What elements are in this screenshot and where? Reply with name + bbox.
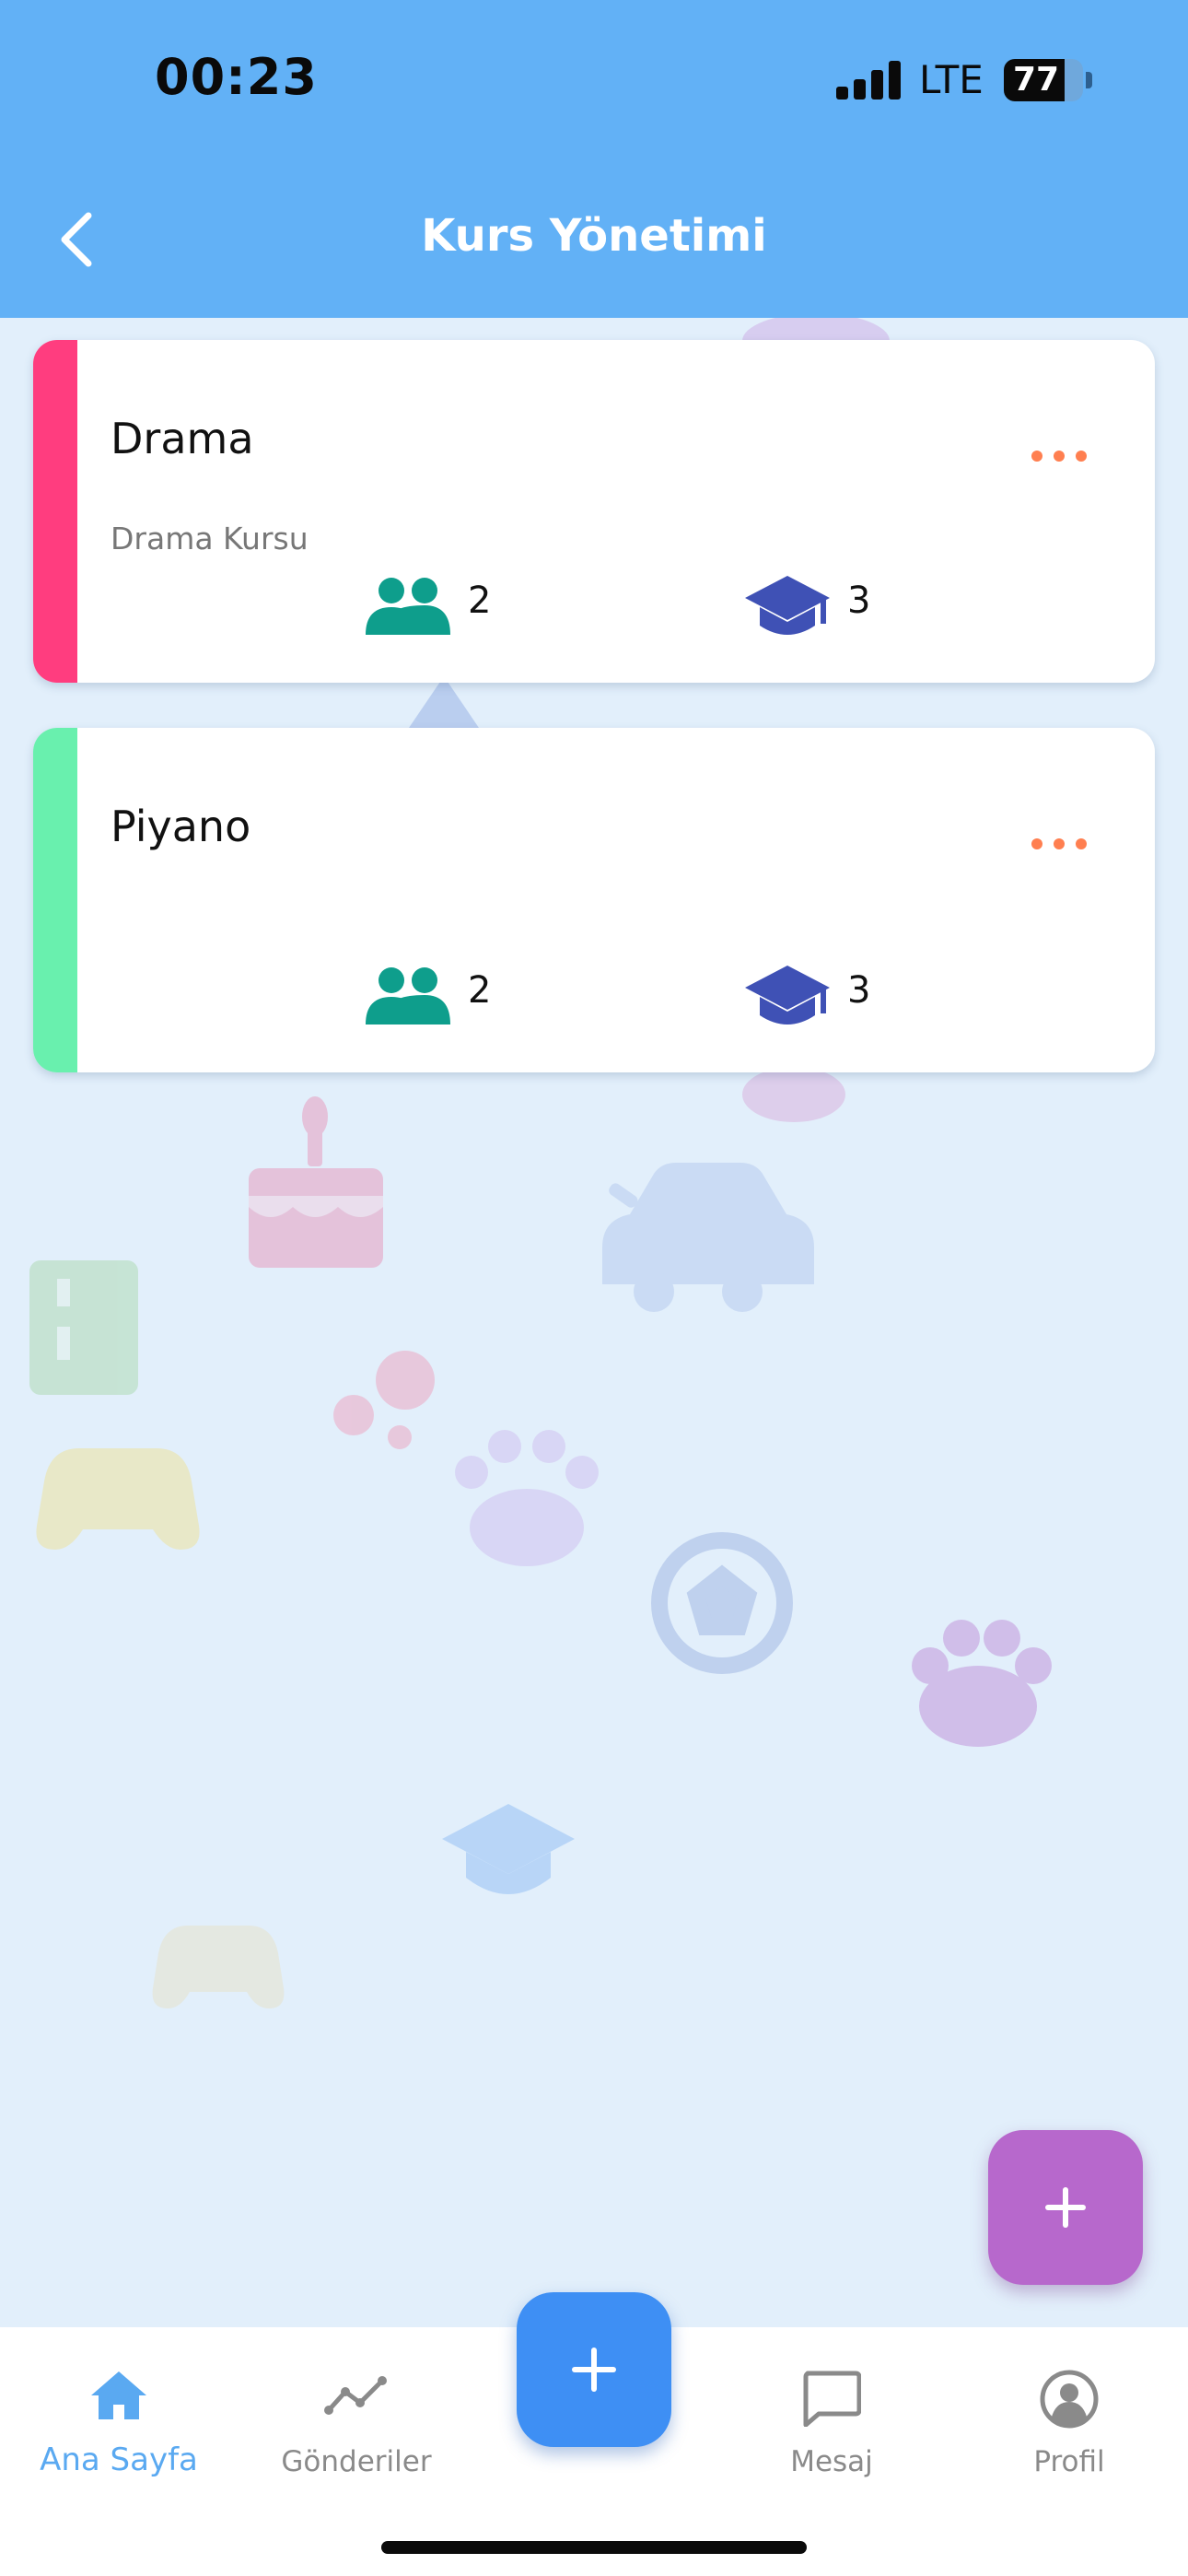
battery-tip (1086, 72, 1092, 88)
card-accent (33, 340, 77, 683)
gamepad-icon (36, 1448, 200, 1550)
soccer-ball-icon (651, 1532, 793, 1674)
nav-label: Profil (1033, 2445, 1105, 2478)
nav-item-home[interactable]: Ana Sayfa (13, 2355, 225, 2493)
graduation-cap-icon (745, 966, 830, 1025)
tree-icon (409, 676, 479, 728)
course-card-piyano[interactable]: Piyano 2 3 (33, 728, 1155, 1072)
graduation-cap-icon (745, 576, 830, 635)
graduation-cap-icon (442, 1804, 575, 1894)
cake-icon (249, 1096, 383, 1268)
more-horizontal-icon[interactable] (1026, 825, 1092, 862)
teacher-count: 3 (847, 580, 871, 622)
add-post-button[interactable] (517, 2292, 671, 2447)
course-title: Piyano (111, 802, 251, 851)
course-description: Drama Kursu (111, 521, 309, 556)
page-title: Kurs Yönetimi (421, 210, 767, 262)
nav-item-posts[interactable]: Gönderiler (250, 2355, 462, 2493)
network-type: LTE (919, 57, 984, 102)
status-time: 00:23 (155, 48, 318, 106)
profile-icon (1040, 2370, 1099, 2429)
more-horizontal-icon[interactable] (1026, 438, 1092, 474)
course-card-drama[interactable]: Drama Drama Kursu 2 3 (33, 340, 1155, 683)
nav-label: Gönderiler (281, 2445, 432, 2478)
nav-item-messages[interactable]: Mesaj (726, 2355, 938, 2493)
paw-icon (742, 1067, 845, 1122)
paw-icon (912, 1620, 1052, 1747)
fridge-icon (29, 1260, 138, 1395)
bubbles-icon (333, 1351, 435, 1449)
battery-level: 77 (1012, 61, 1060, 99)
student-count: 2 (468, 580, 492, 622)
people-icon (366, 967, 450, 1025)
home-icon (91, 2371, 146, 2419)
card-accent (33, 728, 77, 1072)
message-icon (803, 2371, 861, 2427)
car-icon (602, 1163, 814, 1312)
student-count: 2 (468, 969, 492, 1012)
plus-icon (572, 2348, 616, 2392)
teacher-count: 3 (847, 969, 871, 1012)
battery-icon: 77 (1004, 59, 1083, 101)
course-title: Drama (111, 414, 254, 463)
nav-item-profile[interactable]: Profil (963, 2355, 1175, 2493)
nav-label: Ana Sayfa (40, 2441, 198, 2478)
plus-icon (1045, 2187, 1086, 2228)
app-header: 00:23 LTE 77 Kurs Yönetimi (0, 0, 1188, 318)
trending-icon (324, 2376, 387, 2415)
add-course-button[interactable] (988, 2130, 1143, 2285)
gamepad-icon (152, 1926, 285, 2008)
paw-icon (455, 1430, 599, 1566)
people-icon (366, 578, 450, 635)
signal-icon (836, 61, 901, 100)
nav-label: Mesaj (790, 2445, 873, 2478)
home-indicator (381, 2541, 807, 2554)
